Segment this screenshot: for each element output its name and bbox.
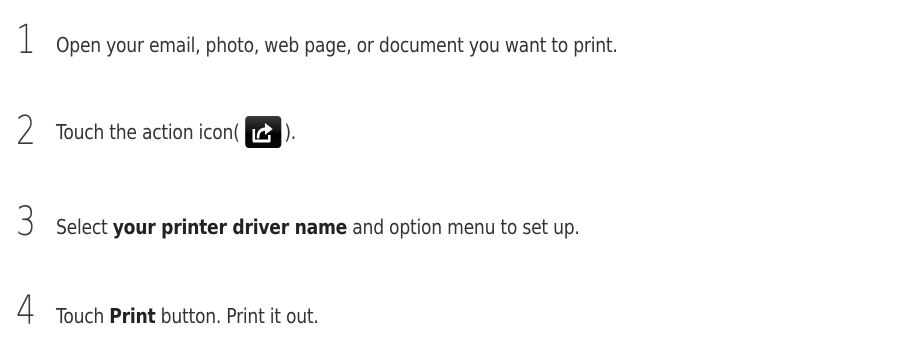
step-number: 1 (16, 17, 36, 63)
print-button-term: Print (109, 304, 156, 328)
step-text-before: Select (56, 215, 113, 239)
step-text: Touch Print button. Print it out. (56, 304, 319, 331)
step-number: 3 (16, 199, 36, 245)
share-action-icon (244, 116, 281, 148)
step-text-after: and option menu to set up. (347, 215, 580, 239)
step-number: 2 (16, 108, 36, 154)
step-text-before: Touch (56, 304, 110, 328)
step-number: 4 (16, 288, 36, 334)
step-3: 3 Select your printer driver name and op… (16, 198, 665, 242)
step-text: Open your email, photo, web page, or doc… (56, 33, 618, 60)
step-text: Touch the action icon( ). (56, 116, 296, 151)
step-4: 4 Touch Print button. Print it out. (16, 287, 361, 331)
step-text: Select your printer driver name and opti… (56, 215, 580, 242)
instruction-steps: 1 Open your email, photo, web page, or d… (0, 0, 901, 346)
step-text-after: button. Print it out. (155, 304, 319, 328)
step-2: 2 Touch the action icon( ). (16, 107, 335, 151)
step-text-before: Touch the action icon( (56, 120, 240, 144)
step-text-after: ). (284, 120, 297, 144)
step-1: 1 Open your email, photo, web page, or d… (16, 16, 709, 60)
step-text-content: Open your email, photo, web page, or doc… (56, 33, 618, 57)
printer-driver-name-term: your printer driver name (112, 215, 348, 239)
